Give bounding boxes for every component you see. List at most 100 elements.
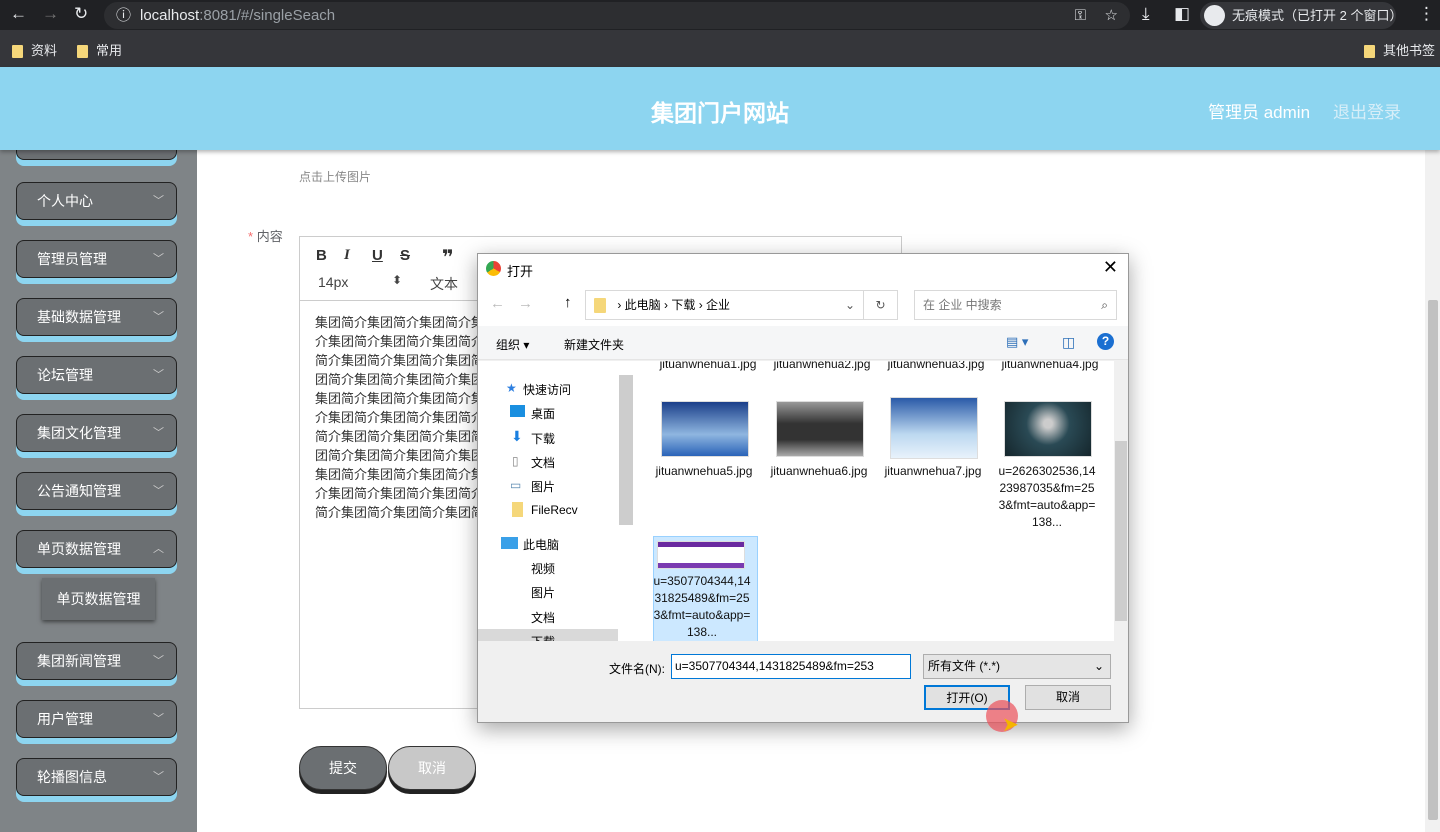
sidebar-item[interactable]: 用户管理 ﹀ xyxy=(16,700,177,738)
sidebar-item[interactable]: 公告通知管理 ﹀ xyxy=(16,472,177,510)
file-item[interactable]: jituanwnehua1.jpg xyxy=(658,361,758,373)
dialog-titlebar: 打开 ✕ xyxy=(478,254,1128,284)
close-icon[interactable]: ✕ xyxy=(1103,257,1118,278)
filename-input[interactable]: u=3507704344,1431825489&fm=253 xyxy=(671,654,911,679)
dialog-cancel-button[interactable]: 取消 xyxy=(1025,685,1111,710)
search-input[interactable]: 在 企业 中搜索 ⌕ xyxy=(914,290,1117,320)
path-segment[interactable]: 企业 xyxy=(706,298,730,312)
organize-menu[interactable]: 组织 ▾ xyxy=(496,336,529,353)
folder-icon xyxy=(512,502,523,517)
sidebar-item[interactable]: 基础数据管理 ﹀ xyxy=(16,298,177,336)
path-segment[interactable]: 下载 xyxy=(671,298,695,312)
bookmark-folder[interactable]: 常用 xyxy=(77,40,122,59)
cancel-button[interactable]: 取消 xyxy=(388,746,476,790)
upload-hint[interactable]: 点击上传图片 xyxy=(299,168,371,185)
nav-item[interactable]: 图片 xyxy=(531,478,555,495)
sidebar-item-label: 基础数据管理 xyxy=(37,309,121,325)
scrollbar-thumb[interactable] xyxy=(1428,300,1438,820)
file-item[interactable]: u=2626302536,1423987035&fm=253&fmt=auto&… xyxy=(998,401,1097,531)
download-icon[interactable]: ⤓ xyxy=(1142,4,1150,24)
quote-icon[interactable]: ❞ xyxy=(442,245,454,270)
back-icon[interactable]: ← xyxy=(490,295,505,312)
other-bookmarks[interactable]: 其他书签 xyxy=(1364,40,1435,59)
chevron-down-icon: ﹀ xyxy=(153,427,164,439)
nav-bar: ← → ↑ › 此电脑 › 下载 › 企业 ⌄ ↻ 在 企业 中搜索 ⌕ xyxy=(478,284,1128,326)
forward-icon[interactable]: → xyxy=(518,295,533,312)
current-user: 管理员 admin xyxy=(1208,103,1311,122)
font-size-select[interactable]: 14px xyxy=(318,274,348,290)
file-item[interactable]: jituanwnehua3.jpg xyxy=(886,361,986,373)
view-icon[interactable]: ▤ ▾ xyxy=(1006,334,1028,350)
content-line: 集团简介集团简介集团简介集团 xyxy=(315,391,485,406)
sidebar-item-home[interactable] xyxy=(16,150,177,160)
nav-item[interactable]: 图片 xyxy=(531,584,555,601)
preview-pane-icon[interactable]: ◫ xyxy=(1062,334,1075,351)
logout-link[interactable]: 退出登录 xyxy=(1333,98,1401,123)
menu-icon[interactable]: ⋮ xyxy=(1418,4,1435,24)
chevron-down-icon[interactable]: ⌄ xyxy=(845,291,855,319)
chevron-up-icon: ︿ xyxy=(153,543,164,555)
editor-content[interactable]: 集团简介集团简介集团简介集团 介集团简介集团简介集团简介集 简介集团简介集团简介… xyxy=(315,313,485,522)
image-thumbnail xyxy=(1004,401,1092,457)
nav-item[interactable]: FileRecv xyxy=(531,503,578,517)
back-icon[interactable]: ← xyxy=(10,4,27,24)
nav-item[interactable]: 快速访问 xyxy=(523,381,571,398)
sidebar-item[interactable]: 论坛管理 ﹀ xyxy=(16,356,177,394)
nav-item[interactable]: 视频 xyxy=(531,560,555,577)
forward-icon[interactable]: → xyxy=(42,4,59,24)
new-folder-button[interactable]: 新建文件夹 xyxy=(564,336,624,353)
up-icon[interactable]: ↑ xyxy=(564,294,572,311)
nav-scrollbar[interactable] xyxy=(619,375,633,525)
block-type-select[interactable]: 文本 xyxy=(430,274,458,294)
sidepanel-icon[interactable]: ◧ xyxy=(1174,4,1190,24)
submenu-item[interactable]: 单页数据管理 xyxy=(42,578,155,620)
bold-icon[interactable]: B xyxy=(316,247,327,264)
chevron-down-icon: ﹀ xyxy=(153,655,164,667)
content-line: 简介集团简介集团简介集团简介 xyxy=(315,505,485,520)
incognito-badge[interactable]: 无痕模式（已打开 2 个窗口） xyxy=(1200,2,1402,29)
sidebar-item[interactable]: 集团新闻管理 ﹀ xyxy=(16,642,177,680)
strike-icon[interactable]: S xyxy=(400,247,410,264)
bookmarks-bar: 资料 常用 其他书签 xyxy=(0,30,1440,67)
refresh-icon[interactable]: ↻ xyxy=(863,291,897,319)
folder-icon xyxy=(1364,45,1375,59)
help-icon[interactable]: ? xyxy=(1097,333,1114,350)
file-name: jituanwnehua7.jpg xyxy=(884,464,982,478)
site-header: 集团门户网站 管理员 admin 退出登录 xyxy=(0,67,1440,150)
sidebar-item[interactable]: 管理员管理 ﹀ xyxy=(16,240,177,278)
path-bar[interactable]: › 此电脑 › 下载 › 企业 ⌄ ↻ xyxy=(585,290,898,320)
file-item[interactable]: jituanwnehua5.jpg xyxy=(656,401,754,480)
content-line: 介集团简介集团简介集团简介集 xyxy=(315,334,485,349)
content-line: 团简介集团简介集团简介集团简 xyxy=(315,372,485,387)
nav-item[interactable]: 下载 xyxy=(531,430,555,447)
sidebar-item[interactable]: 集团文化管理 ﹀ xyxy=(16,414,177,452)
sidebar-item[interactable]: 轮播图信息 ﹀ xyxy=(16,758,177,796)
underline-icon[interactable]: U xyxy=(372,247,383,264)
image-thumbnail xyxy=(776,401,864,457)
content-line: 简介集团简介集团简介集团简介 xyxy=(315,429,485,444)
submit-button[interactable]: 提交 xyxy=(299,746,387,790)
key-icon[interactable]: ⚿ xyxy=(1075,2,1086,29)
path-segment[interactable]: 此电脑 xyxy=(625,298,661,312)
sidebar-item[interactable]: 个人中心 ﹀ xyxy=(16,182,177,220)
nav-item[interactable]: 文档 xyxy=(531,454,555,471)
nav-item[interactable]: 此电脑 xyxy=(523,536,559,553)
sidebar-item[interactable]: 单页数据管理 ︿ xyxy=(16,530,177,568)
bookmark-label: 常用 xyxy=(96,43,123,58)
file-list-scrollbar[interactable] xyxy=(1114,361,1128,641)
file-item-selected[interactable]: u=3507704344,1431825489&fm=253&fmt=auto&… xyxy=(653,536,758,641)
nav-item[interactable]: 桌面 xyxy=(531,405,555,422)
filetype-select[interactable]: 所有文件 (*.*) ⌄ xyxy=(923,654,1111,679)
reload-icon[interactable]: ↻ xyxy=(74,4,88,24)
nav-item[interactable]: 文档 xyxy=(531,609,555,626)
file-item[interactable]: jituanwnehua4.jpg xyxy=(1000,361,1100,373)
content-line: 集团简介集团简介集团简介集团 xyxy=(315,315,485,330)
file-item[interactable]: jituanwnehua7.jpg xyxy=(885,397,983,480)
bookmark-folder[interactable]: 资料 xyxy=(12,40,57,59)
star-icon[interactable]: ☆ xyxy=(1105,2,1118,29)
file-item[interactable]: jituanwnehua6.jpg xyxy=(771,401,869,480)
file-item[interactable]: jituanwnehua2.jpg xyxy=(772,361,872,373)
italic-icon[interactable]: I xyxy=(344,247,350,264)
nav-item-selected[interactable]: 下载 xyxy=(478,629,618,641)
address-bar[interactable]: ⓘ localhost:8081/#/singleSeach ⚿ ☆ xyxy=(104,2,1130,29)
